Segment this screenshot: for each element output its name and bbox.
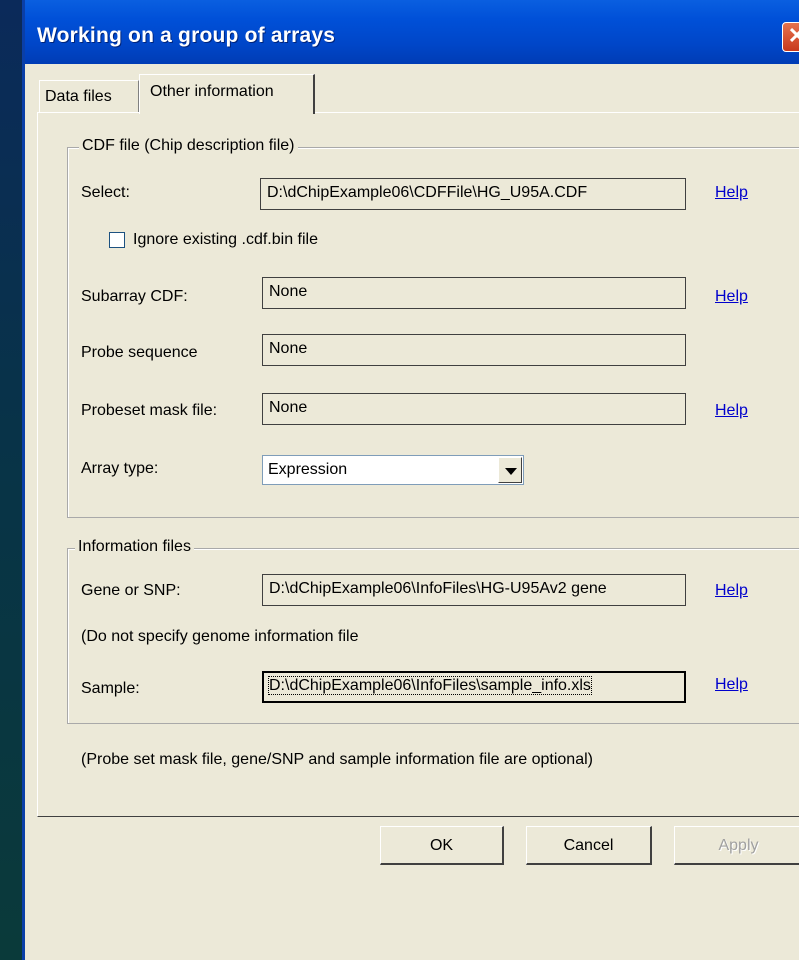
tab-other-information[interactable]: Other information xyxy=(139,74,315,114)
array-type-label: Array type: xyxy=(81,460,159,477)
subarray-cdf-label: Subarray CDF: xyxy=(81,288,188,305)
cancel-button[interactable]: Cancel xyxy=(526,826,652,865)
select-label: Select: xyxy=(81,184,130,201)
title-bar[interactable]: Working on a group of arrays ✕ xyxy=(25,0,799,64)
array-type-select[interactable]: Expression xyxy=(262,455,524,485)
gene-snp-label: Gene or SNP: xyxy=(81,582,181,599)
chevron-down-icon[interactable] xyxy=(498,457,522,483)
cdf-select-field[interactable]: D:\dChipExample06\CDFFile\HG_U95A.CDF xyxy=(260,178,686,210)
probe-sequence-field[interactable]: None xyxy=(262,334,686,366)
ignore-cdf-bin-checkbox[interactable] xyxy=(109,232,125,248)
gene-snp-field[interactable]: D:\dChipExample06\InfoFiles\HG-U95Av2 ge… xyxy=(262,574,686,606)
subarray-help-link[interactable]: Help xyxy=(715,288,748,306)
sample-field[interactable]: D:\dChipExample06\InfoFiles\sample_info.… xyxy=(262,671,686,703)
genome-note: (Do not specify genome information file xyxy=(81,628,359,645)
sample-help-link[interactable]: Help xyxy=(715,676,748,694)
window-title: Working on a group of arrays xyxy=(37,24,336,47)
probeset-mask-help-link[interactable]: Help xyxy=(715,402,748,420)
info-group-legend: Information files xyxy=(75,538,194,556)
gene-help-link[interactable]: Help xyxy=(715,582,748,600)
probe-sequence-label: Probe sequence xyxy=(81,344,198,361)
cdf-group-legend: CDF file (Chip description file) xyxy=(79,137,298,155)
probeset-mask-label: Probeset mask file: xyxy=(81,402,218,419)
sample-label: Sample: xyxy=(81,680,140,697)
optional-footnote: (Probe set mask file, gene/SNP and sampl… xyxy=(81,751,593,768)
probeset-mask-field[interactable]: None xyxy=(262,393,686,425)
dialog-window: Working on a group of arrays ✕ Data file… xyxy=(22,0,799,960)
subarray-cdf-field[interactable]: None xyxy=(262,277,686,309)
cdf-help-link[interactable]: Help xyxy=(715,184,748,202)
close-icon[interactable]: ✕ xyxy=(782,22,799,52)
ignore-cdf-bin-label[interactable]: Ignore existing .cdf.bin file xyxy=(133,231,318,249)
ok-button[interactable]: OK xyxy=(380,826,504,865)
tab-data-files[interactable]: Data files xyxy=(39,80,139,112)
array-type-value: Expression xyxy=(268,461,348,478)
apply-button[interactable]: Apply xyxy=(674,826,799,865)
